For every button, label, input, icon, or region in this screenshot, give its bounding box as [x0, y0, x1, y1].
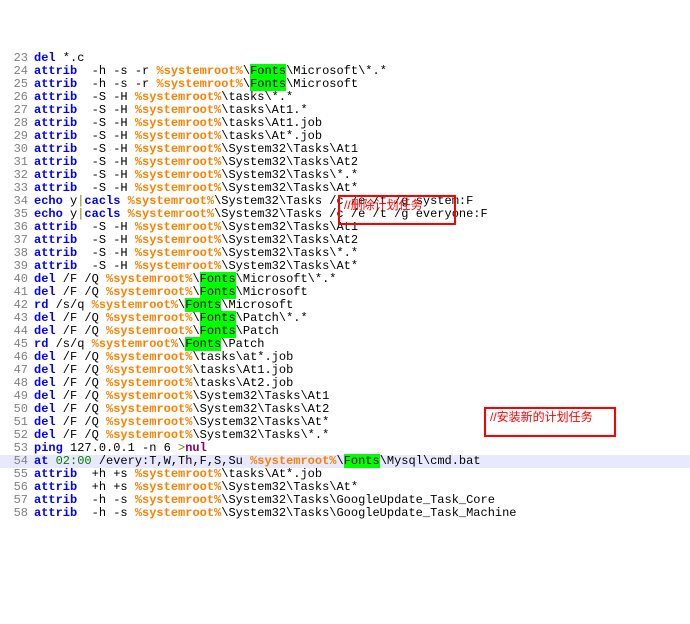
code-line: 58attrib -h -s %systemroot%\System32\Tas…	[0, 507, 690, 520]
line-number: 57	[0, 494, 34, 507]
code-viewer: 23del *.c24attrib -h -s -r %systemroot%\…	[0, 52, 690, 520]
line-number: 58	[0, 507, 34, 520]
